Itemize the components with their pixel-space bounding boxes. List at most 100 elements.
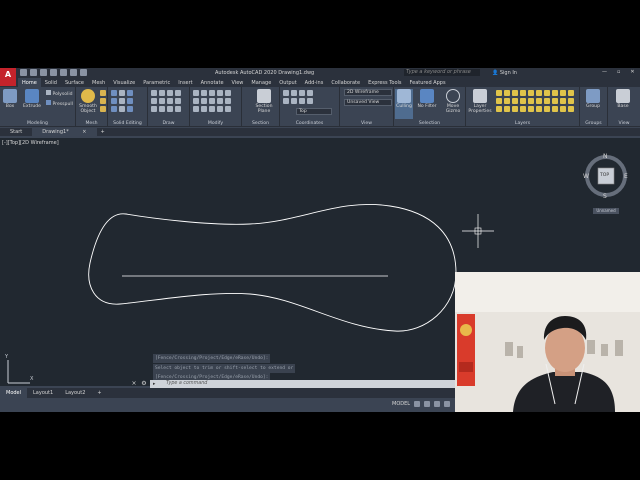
tab-output[interactable]: Output <box>275 78 300 87</box>
layer-tool-icon[interactable] <box>544 90 550 96</box>
layer-tool-icon[interactable] <box>512 90 518 96</box>
tab-parametric[interactable]: Parametric <box>139 78 174 87</box>
extract-edges-icon[interactable] <box>119 98 125 104</box>
ucs-x-icon[interactable] <box>283 98 289 104</box>
undo-icon[interactable] <box>70 69 77 76</box>
layer-tool-icon[interactable] <box>536 90 542 96</box>
panel-title-modify[interactable]: Modify <box>190 121 241 126</box>
align-icon[interactable] <box>225 106 231 112</box>
layer-tool-icon[interactable] <box>528 90 534 96</box>
offset-edge-icon[interactable] <box>127 98 133 104</box>
viewcube-south[interactable]: S <box>603 193 607 200</box>
offset-icon[interactable] <box>201 106 207 112</box>
layer-tool-icon[interactable] <box>560 98 566 104</box>
hatch-icon[interactable] <box>159 98 165 104</box>
file-tab-drawing1[interactable]: Drawing1* × <box>32 128 97 136</box>
tab-featured-apps[interactable]: Featured Apps <box>406 78 450 87</box>
ucs-icon[interactable] <box>283 90 289 96</box>
command-input[interactable]: ▸ Type a command <box>150 380 456 388</box>
panel-title-view[interactable]: View <box>340 121 393 126</box>
layer-tool-icon[interactable] <box>536 98 542 104</box>
layer-tool-icon[interactable] <box>504 90 510 96</box>
file-tab-start[interactable]: Start <box>0 128 32 136</box>
boundary-icon[interactable] <box>167 106 173 112</box>
sign-in-button[interactable]: 👤 Sign In <box>492 70 517 76</box>
polar-icon[interactable] <box>444 401 451 407</box>
mirror-icon[interactable] <box>193 98 199 104</box>
layer-tool-icon[interactable] <box>528 106 534 112</box>
snap-icon[interactable] <box>424 401 431 407</box>
command-close-icon[interactable]: × <box>130 380 138 388</box>
layer-tool-icon[interactable] <box>568 90 574 96</box>
layer-tool-icon[interactable] <box>496 106 502 112</box>
ucs-y-icon[interactable] <box>291 98 297 104</box>
layer-tool-icon[interactable] <box>568 98 574 104</box>
3d-move-icon[interactable] <box>209 106 215 112</box>
tab-layout1[interactable]: Layout1 <box>27 388 59 398</box>
tab-view[interactable]: View <box>228 78 248 87</box>
layer-properties-button[interactable]: Layer Properties <box>468 89 492 114</box>
viewcube-top-face[interactable]: TOP <box>600 173 609 178</box>
layer-tool-icon[interactable] <box>568 106 574 112</box>
ortho-icon[interactable] <box>434 401 441 407</box>
3d-rotate-icon[interactable] <box>217 106 223 112</box>
interfere-icon[interactable] <box>127 90 133 96</box>
wcs-menu[interactable]: Unnamed <box>593 208 619 214</box>
ucs-dropdown[interactable]: Top <box>296 108 332 115</box>
ucs-origin-icon[interactable] <box>299 90 305 96</box>
layer-tool-icon[interactable] <box>544 106 550 112</box>
close-tab-icon[interactable]: × <box>82 129 86 135</box>
stretch-icon[interactable] <box>217 98 223 104</box>
tab-annotate[interactable]: Annotate <box>197 78 228 87</box>
autocad-logo[interactable]: A <box>0 68 16 86</box>
panel-title-modeling[interactable]: Modeling <box>0 121 75 126</box>
copy-icon[interactable] <box>225 90 231 96</box>
tab-collaborate[interactable]: Collaborate <box>327 78 364 87</box>
erase-icon[interactable] <box>217 90 223 96</box>
layer-tool-icon[interactable] <box>560 90 566 96</box>
tab-insert[interactable]: Insert <box>174 78 196 87</box>
layer-tool-icon[interactable] <box>512 98 518 104</box>
intersect-icon[interactable] <box>111 106 117 112</box>
panel-title-layers[interactable]: Layers <box>466 121 579 126</box>
named-view-dropdown[interactable]: Unsaved View <box>344 99 392 106</box>
save-as-icon[interactable] <box>50 69 57 76</box>
grid-icon[interactable] <box>414 401 421 407</box>
mesh-tool-icon[interactable] <box>100 106 106 112</box>
array-icon[interactable] <box>193 106 199 112</box>
viewcube-east[interactable]: E <box>624 173 628 180</box>
layer-tool-icon[interactable] <box>520 90 526 96</box>
panel-title-mesh[interactable]: Mesh <box>76 121 107 126</box>
region-icon[interactable] <box>159 106 165 112</box>
tab-home[interactable]: Home <box>18 78 41 87</box>
layer-tool-icon[interactable] <box>520 98 526 104</box>
move-icon[interactable] <box>193 90 199 96</box>
donut-icon[interactable] <box>175 106 181 112</box>
tab-visualize[interactable]: Visualize <box>109 78 139 87</box>
layer-tool-icon[interactable] <box>552 90 558 96</box>
new-tab-button[interactable]: + <box>97 128 109 136</box>
layer-tool-icon[interactable] <box>528 98 534 104</box>
tab-manage[interactable]: Manage <box>247 78 275 87</box>
open-file-icon[interactable] <box>30 69 37 76</box>
presspull-button[interactable]: Presspull <box>46 100 73 107</box>
line-icon[interactable] <box>151 90 157 96</box>
polysolid-button[interactable]: Polysolid <box>46 90 73 97</box>
rectangle-icon[interactable] <box>151 98 157 104</box>
layer-tool-icon[interactable] <box>496 98 502 104</box>
tab-express-tools[interactable]: Express Tools <box>364 78 405 87</box>
ucs-z-icon[interactable] <box>299 98 305 104</box>
circle-icon[interactable] <box>167 90 173 96</box>
panel-title-section[interactable]: Section <box>242 121 279 126</box>
layer-tool-icon[interactable] <box>520 106 526 112</box>
union-icon[interactable] <box>111 90 117 96</box>
slice-icon[interactable] <box>119 90 125 96</box>
model-space-button[interactable]: MODEL <box>392 401 410 407</box>
no-filter-button[interactable]: No Filter <box>416 89 438 109</box>
visual-style-dropdown[interactable]: 2D Wireframe <box>344 89 392 96</box>
trim-icon[interactable] <box>209 90 215 96</box>
layer-tool-icon[interactable] <box>496 90 502 96</box>
new-file-icon[interactable] <box>20 69 27 76</box>
tab-layout2[interactable]: Layout2 <box>59 388 91 398</box>
layer-tool-icon[interactable] <box>504 98 510 104</box>
